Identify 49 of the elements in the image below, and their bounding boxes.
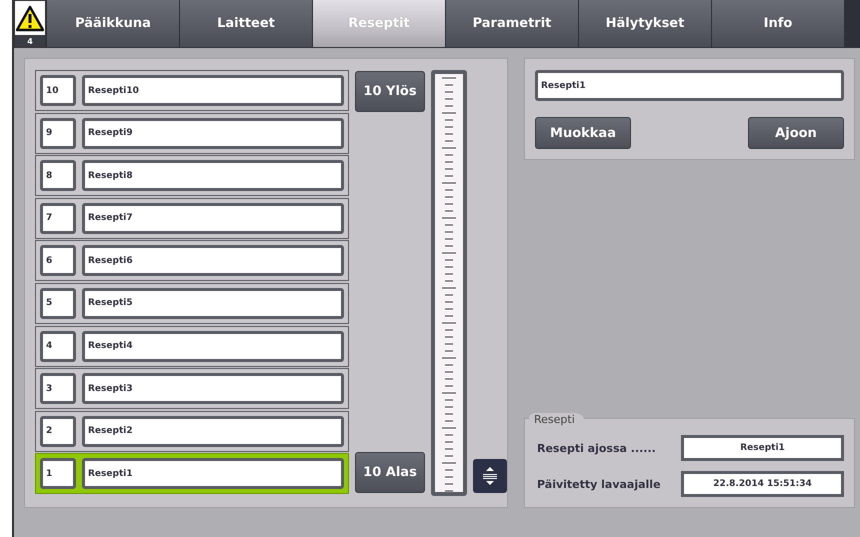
recipe-number: 4 (40, 330, 76, 362)
nav-tab[interactable]: Hälytykset (579, 0, 711, 47)
recipe-name: Resepti6 (82, 245, 344, 276)
warning-icon[interactable] (16, 5, 44, 33)
recipe-number: 2 (40, 416, 76, 447)
recipe-name-field[interactable]: Resepti1 (535, 70, 844, 101)
recipe-name: Resepti4 (82, 330, 344, 362)
recipe-row[interactable]: 1 Resepti1 (35, 453, 349, 494)
recipe-number: 9 (40, 118, 76, 149)
page-down-button[interactable]: 10 Alas (355, 452, 425, 493)
recipe-row[interactable]: 5 Resepti5 (35, 282, 349, 324)
recipe-name: Resepti9 (82, 118, 344, 149)
recipe-row[interactable]: 4 Resepti4 (35, 326, 349, 367)
recipe-name: Resepti10 (82, 75, 344, 106)
nav-tab[interactable]: Info (712, 0, 844, 47)
recipe-row[interactable]: 3 Resepti3 (35, 368, 349, 410)
status-value: Resepti1 (681, 435, 844, 461)
status-value: 22.8.2014 15:51:34 (681, 471, 844, 497)
up-down-icon (483, 467, 497, 485)
page-up-button[interactable]: 10 Ylös (355, 71, 425, 112)
nav-tab[interactable]: Laitteet (180, 0, 312, 47)
recipe-number: 5 (40, 288, 76, 319)
recipe-number: 10 (40, 75, 76, 106)
recipe-name: Resepti3 (82, 373, 344, 404)
nav-tab[interactable]: Pääikkuna (47, 0, 179, 47)
recipe-row[interactable]: 2 Resepti2 (35, 410, 349, 452)
scroll-handle-button[interactable] (473, 459, 507, 493)
recipe-number: 1 (40, 458, 76, 490)
recipe-row[interactable]: 10 Resepti10 (35, 70, 349, 111)
recipe-row[interactable]: 9 Resepti9 (35, 112, 349, 154)
recipe-name: Resepti1 (82, 458, 344, 490)
action-button[interactable]: Ajoon (748, 117, 844, 149)
recipe-number: 8 (40, 160, 76, 192)
recipe-number: 6 (40, 245, 76, 276)
recipe-row[interactable]: 7 Resepti7 (35, 198, 349, 239)
recipe-name: Resepti7 (82, 202, 344, 234)
recipe-row[interactable]: 8 Resepti8 (35, 155, 349, 196)
action-button[interactable]: Muokkaa (535, 117, 631, 149)
recipe-row[interactable]: 6 Resepti6 (35, 240, 349, 282)
recipe-number: 7 (40, 202, 76, 234)
recipe-number: 3 (40, 373, 76, 404)
recipe-name: Resepti8 (82, 160, 344, 192)
alarm-count: 4 (15, 35, 45, 47)
panel-title: Resepti (529, 413, 585, 426)
status-label: Päivitetty lavaajalle (537, 478, 661, 490)
recipe-name: Resepti2 (82, 416, 344, 447)
recipe-name: Resepti5 (82, 288, 344, 319)
status-label: Resepti ajossa ...... (537, 442, 656, 454)
nav-tab[interactable]: Parametrit (446, 0, 578, 47)
